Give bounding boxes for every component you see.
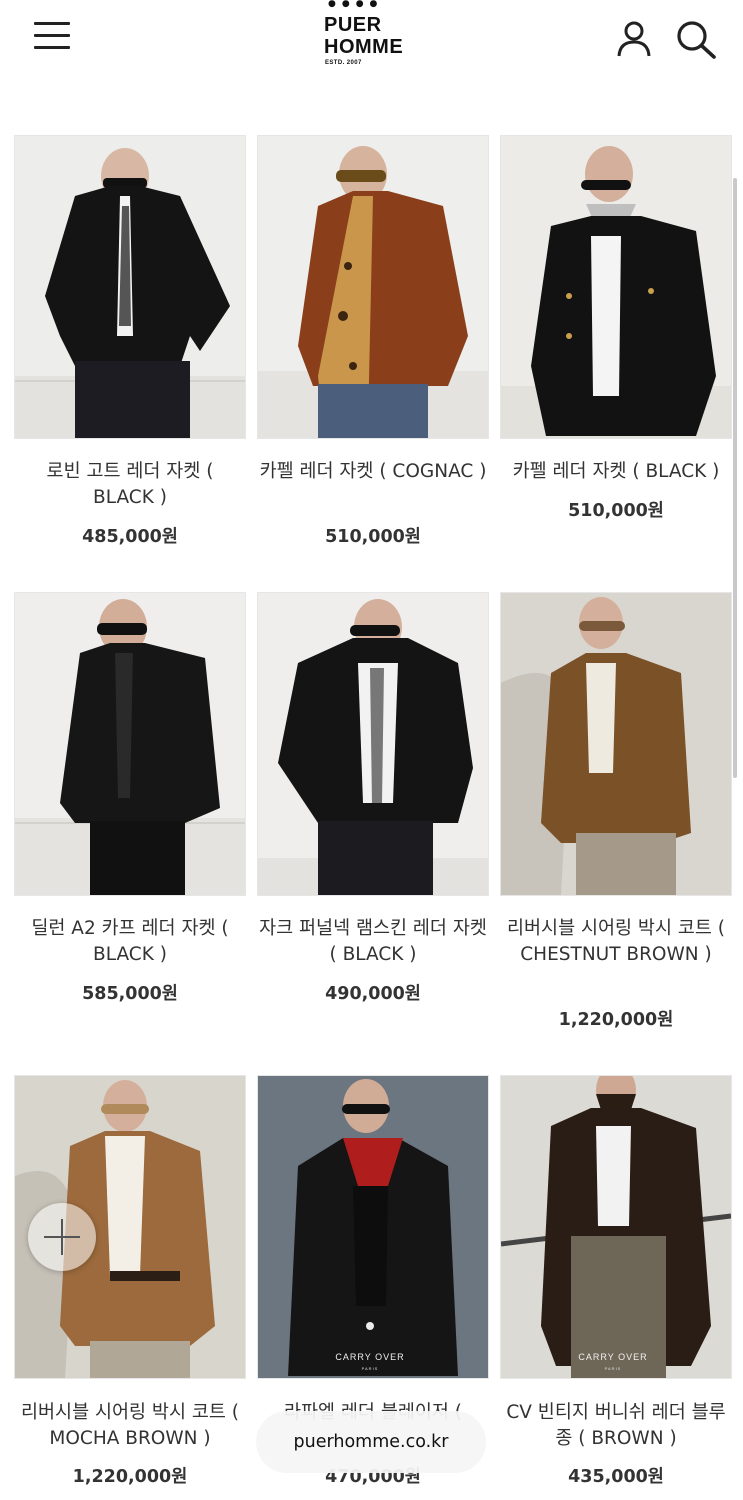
carry-over-mark: CARRY OVER — [335, 1352, 404, 1362]
product-card[interactable]: 로빈 고트 레더 자켓 ( BLACK ) 485,000원 — [14, 135, 246, 555]
product-card[interactable]: 리버시블 시어링 박시 코트 ( MOCHA BROWN ) 1,220,000… — [14, 1075, 246, 1500]
carry-over-paris: PARIS — [605, 1366, 622, 1371]
product-card[interactable]: 카펠 레더 자켓 ( COGNAC ) 510,000원 — [257, 135, 489, 555]
product-price: 1,220,000원 — [72, 1467, 188, 1487]
product-image[interactable] — [257, 592, 489, 896]
product-image[interactable]: CARRY OVER PARIS — [257, 1075, 489, 1379]
product-name[interactable]: 리버시블 시어링 박시 코트 ( CHESTNUT BROWN ) — [500, 916, 732, 968]
product-price: 490,000원 — [325, 984, 421, 1004]
product-image[interactable] — [500, 592, 732, 896]
product-name[interactable]: CV 빈티지 버니쉬 레더 블루종 ( BROWN ) — [500, 1400, 732, 1452]
product-card[interactable]: CARRY OVER PARIS CV 빈티지 버니쉬 레더 블루종 ( BRO… — [500, 1075, 732, 1500]
product-image[interactable]: CARRY OVER PARIS — [500, 1075, 732, 1379]
carry-over-mark: CARRY OVER — [578, 1352, 647, 1362]
product-name[interactable]: 카펠 레더 자켓 ( COGNAC ) — [257, 459, 489, 485]
browser-url-pill[interactable]: puerhomme.co.kr — [256, 1411, 486, 1473]
product-image[interactable] — [500, 135, 732, 439]
carry-over-paris: PARIS — [362, 1366, 379, 1371]
product-price: 1,220,000원 — [558, 1010, 674, 1030]
product-name[interactable]: 리버시블 시어링 박시 코트 ( MOCHA BROWN ) — [14, 1400, 246, 1452]
product-price: 585,000원 — [82, 984, 178, 1004]
scrollbar-thumb[interactable] — [733, 178, 737, 778]
product-price: 435,000원 — [568, 1467, 664, 1487]
product-name[interactable]: 로빈 고트 레더 자켓 ( BLACK ) — [14, 459, 246, 511]
product-price: 510,000원 — [568, 501, 664, 521]
add-plus-button[interactable] — [28, 1203, 96, 1271]
product-name[interactable]: 자크 퍼널넥 램스킨 레더 자켓 ( BLACK ) — [257, 916, 489, 968]
product-card[interactable]: 자크 퍼널넥 램스킨 레더 자켓 ( BLACK ) 490,000원 — [257, 592, 489, 1032]
product-price: 510,000원 — [325, 527, 421, 547]
product-name[interactable]: 카펠 레더 자켓 ( BLACK ) — [500, 459, 732, 485]
product-name[interactable]: 딜런 A2 카프 레더 자켓 ( BLACK ) — [14, 916, 246, 968]
product-grid: 로빈 고트 레더 자켓 ( BLACK ) 485,000원 카펠 레더 자켓 … — [0, 0, 743, 1500]
product-card[interactable]: 딜런 A2 카프 레더 자켓 ( BLACK ) 585,000원 — [14, 592, 246, 1032]
product-image[interactable] — [14, 592, 246, 896]
product-image[interactable] — [14, 135, 246, 439]
product-image[interactable] — [257, 135, 489, 439]
product-price: 485,000원 — [82, 527, 178, 547]
product-card[interactable]: 카펠 레더 자켓 ( BLACK ) 510,000원 — [500, 135, 732, 555]
product-card[interactable]: 리버시블 시어링 박시 코트 ( CHESTNUT BROWN ) 1,220,… — [500, 592, 732, 1052]
